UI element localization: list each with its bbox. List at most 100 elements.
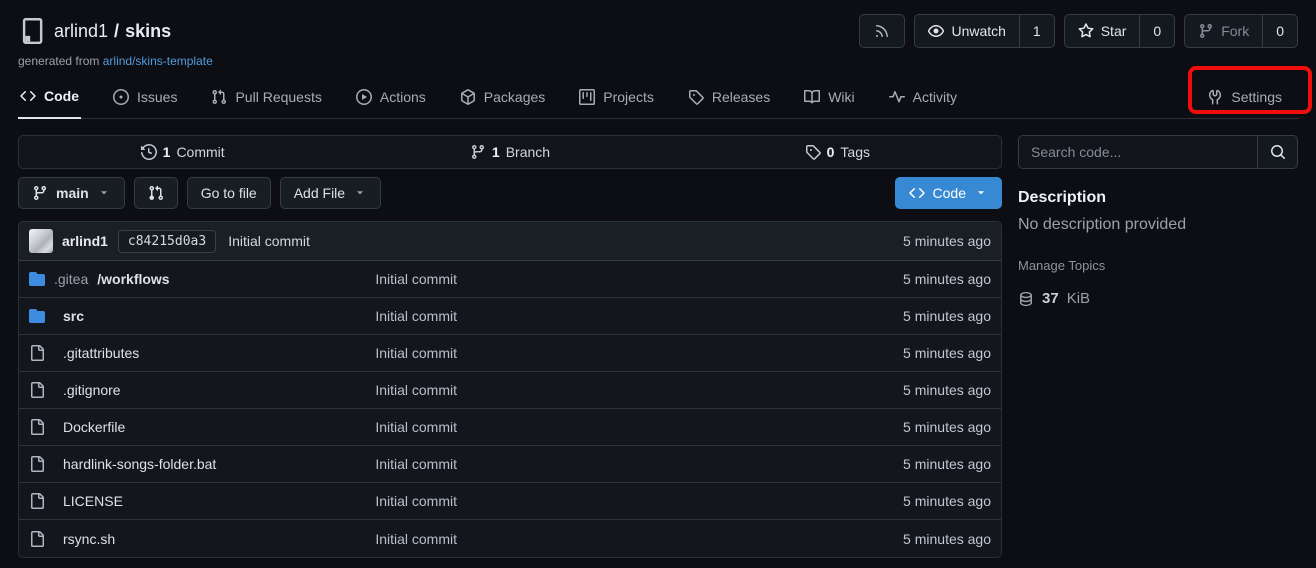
commit-hash-link[interactable]: c84215d0a3: [118, 230, 216, 253]
compare-button[interactable]: [134, 177, 178, 209]
tab-settings-label: Settings: [1231, 89, 1282, 105]
git-branch-icon: [470, 144, 486, 160]
tab-releases[interactable]: Releases: [686, 81, 772, 118]
tab-projects[interactable]: Projects: [577, 81, 656, 118]
file-name-link[interactable]: LICENSE: [29, 493, 375, 509]
tab-packages[interactable]: Packages: [458, 81, 547, 118]
file-commit-time: 5 minutes ago: [903, 345, 991, 361]
repo-title-separator: /: [114, 21, 119, 42]
go-to-file-label: Go to file: [201, 185, 257, 201]
add-file-button[interactable]: Add File: [280, 177, 381, 209]
unwatch-button[interactable]: Unwatch: [915, 15, 1018, 47]
file-name: src: [63, 308, 84, 324]
file-table: arlind1 c84215d0a3 Initial commit 5 minu…: [18, 221, 1002, 558]
file-commit-time: 5 minutes ago: [903, 493, 991, 509]
star-button[interactable]: Star: [1065, 15, 1140, 47]
file-row: LICENSE Initial commit 5 minutes ago: [19, 483, 1001, 520]
commits-stat[interactable]: 1 Commit: [19, 136, 346, 168]
repo-owner-link[interactable]: arlind1: [54, 21, 108, 42]
search-submit-button[interactable]: [1257, 136, 1297, 168]
branch-selector[interactable]: main: [18, 177, 125, 209]
file-name: /workflows: [97, 271, 169, 287]
repo-size: 37 KiB: [1018, 290, 1298, 307]
branch-label: Branch: [506, 144, 550, 160]
code-button-label: Code: [933, 185, 966, 201]
repo-header: arlind1 / skins Unwatch 1 Star 0: [18, 14, 1298, 48]
repo-size-unit: KiB: [1067, 290, 1090, 307]
fork-button[interactable]: Fork: [1185, 15, 1262, 47]
file-row: hardlink-songs-folder.bat Initial commit…: [19, 446, 1001, 483]
tab-wiki[interactable]: Wiki: [802, 81, 856, 118]
tag-count: 0: [827, 144, 835, 160]
commit-count: 1: [163, 144, 171, 160]
description-heading: Description: [1018, 189, 1298, 207]
repository-icon: [18, 18, 44, 44]
repo-name-link[interactable]: skins: [125, 21, 171, 42]
commit-message-link[interactable]: Initial commit: [228, 233, 310, 249]
file-commit-time: 5 minutes ago: [903, 419, 991, 435]
tab-releases-label: Releases: [712, 89, 770, 105]
tab-code-label: Code: [44, 88, 79, 104]
file-commit-message-link[interactable]: Initial commit: [375, 456, 903, 472]
git-pull-request-icon: [211, 89, 227, 105]
tab-issues[interactable]: Issues: [111, 81, 179, 118]
file-name-link[interactable]: Dockerfile: [29, 419, 375, 435]
watchers-count[interactable]: 1: [1019, 15, 1054, 47]
repo-sidebar: Description No description provided Mana…: [1018, 135, 1298, 558]
tab-activity[interactable]: Activity: [887, 81, 959, 118]
generated-from-text: generated from: [18, 54, 99, 68]
file-commit-message-link[interactable]: Initial commit: [375, 308, 903, 324]
branch-count: 1: [492, 144, 500, 160]
file-commit-message-link[interactable]: Initial commit: [375, 271, 903, 287]
search-code-input[interactable]: [1019, 136, 1257, 168]
file-commit-message-link[interactable]: Initial commit: [375, 419, 903, 435]
template-repo-link[interactable]: arlind/skins-template: [103, 54, 213, 68]
file-name-link[interactable]: src: [29, 308, 375, 324]
file-commit-message-link[interactable]: Initial commit: [375, 493, 903, 509]
tab-pull-requests-label: Pull Requests: [235, 89, 321, 105]
tab-settings[interactable]: Settings: [1205, 81, 1284, 118]
file-commit-message-link[interactable]: Initial commit: [375, 345, 903, 361]
tab-actions[interactable]: Actions: [354, 81, 428, 118]
tags-stat[interactable]: 0 Tags: [674, 136, 1001, 168]
go-to-file-button[interactable]: Go to file: [187, 177, 271, 209]
file-path-prefix: .gitea: [54, 271, 88, 287]
file-row: .gitattributes Initial commit 5 minutes …: [19, 335, 1001, 372]
file-name-link[interactable]: .gitattributes: [29, 345, 375, 361]
file-commit-message-link[interactable]: Initial commit: [375, 531, 903, 547]
file-name-link[interactable]: .gitea /workflows: [29, 271, 375, 287]
repo-title: arlind1 / skins: [54, 21, 171, 42]
repo-stats-bar: 1 Commit 1 Branch 0 Tags: [18, 135, 1002, 169]
pulse-icon: [889, 89, 905, 105]
file-icon: [29, 531, 45, 547]
issue-opened-icon: [113, 89, 129, 105]
file-commit-message-link[interactable]: Initial commit: [375, 382, 903, 398]
code-search-box: [1018, 135, 1298, 169]
chevron-down-icon: [97, 186, 111, 200]
file-name-link[interactable]: .gitignore: [29, 382, 375, 398]
history-clock-icon: [141, 144, 157, 160]
file-commit-time: 5 minutes ago: [903, 531, 991, 547]
file-icon: [29, 456, 45, 472]
code-download-button[interactable]: Code: [895, 177, 1002, 209]
file-icon: [29, 493, 45, 509]
tab-pull-requests[interactable]: Pull Requests: [209, 81, 323, 118]
file-name-link[interactable]: rsync.sh: [29, 531, 375, 547]
latest-commit-row: arlind1 c84215d0a3 Initial commit 5 minu…: [19, 222, 1001, 261]
file-icon: [29, 382, 45, 398]
commit-author-avatar[interactable]: [29, 229, 53, 253]
code-toolbar: main Go to file Add File Code: [18, 177, 1002, 209]
branches-stat[interactable]: 1 Branch: [346, 136, 673, 168]
rss-button[interactable]: [859, 14, 905, 48]
stars-count[interactable]: 0: [1139, 15, 1174, 47]
tab-actions-label: Actions: [380, 89, 426, 105]
forks-count[interactable]: 0: [1262, 15, 1297, 47]
file-commit-time: 5 minutes ago: [903, 456, 991, 472]
manage-topics-link[interactable]: Manage Topics: [1018, 258, 1298, 273]
tab-projects-label: Projects: [603, 89, 654, 105]
code-icon: [909, 185, 925, 201]
file-rows: .gitea /workflows Initial commit 5 minut…: [19, 261, 1001, 557]
commit-author-link[interactable]: arlind1: [62, 233, 108, 249]
file-name-link[interactable]: hardlink-songs-folder.bat: [29, 456, 375, 472]
tab-code[interactable]: Code: [18, 80, 81, 119]
